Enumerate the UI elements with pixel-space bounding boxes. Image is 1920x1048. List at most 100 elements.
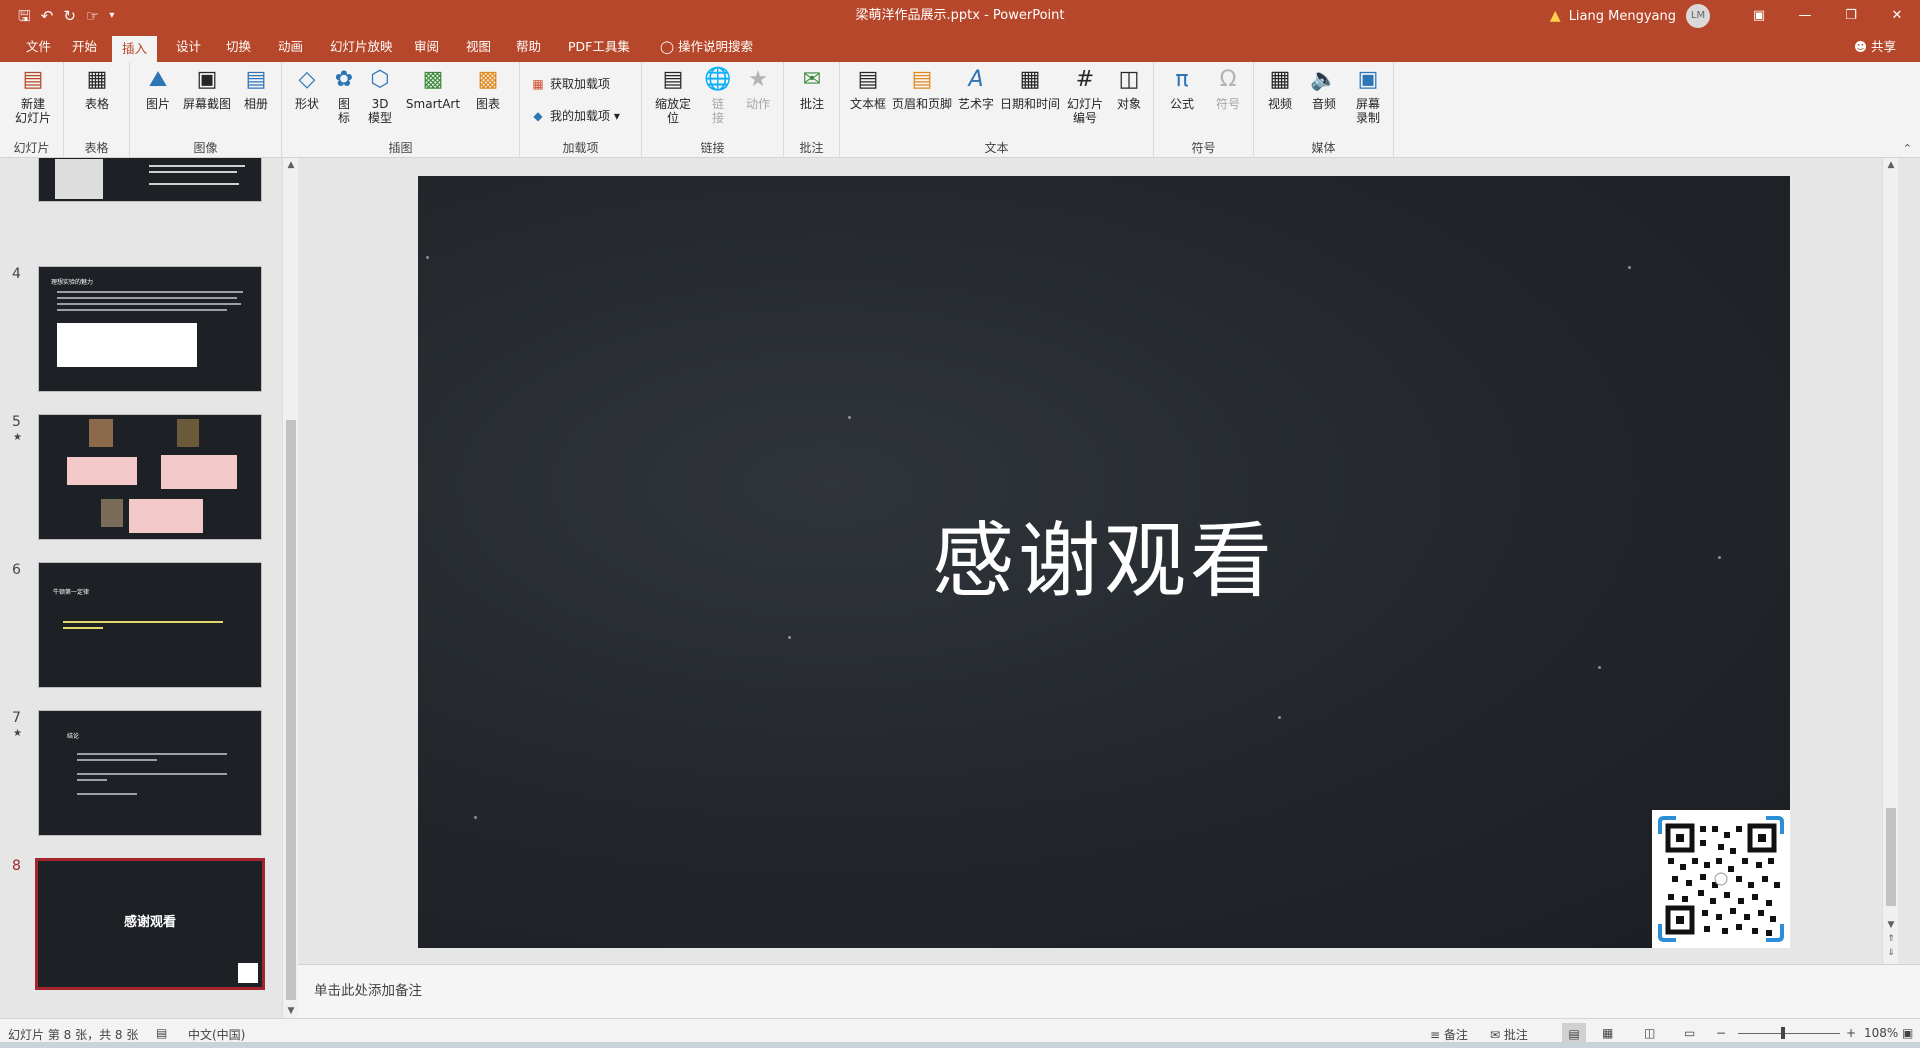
customize-icon[interactable]: ▾ [109, 11, 114, 21]
screen-recording-button[interactable]: ▣ 屏幕 录制 [1346, 66, 1390, 125]
slide-preview [38, 158, 262, 202]
scroll-up-icon[interactable]: ▲ [283, 160, 298, 170]
portrait-image [101, 499, 123, 527]
notes-pane[interactable]: 单击此处添加备注 [298, 964, 1920, 1018]
group-media: ▦ 视频 🔈 音频 ▣ 屏幕 录制 媒体 [1254, 62, 1394, 158]
next-slide-icon[interactable]: ⇓ [1883, 948, 1899, 958]
language-indicator[interactable]: 中文(中国) [188, 1026, 245, 1043]
get-addins-button[interactable]: ▦ 获取加载项 [530, 76, 610, 92]
notes-placeholder[interactable]: 单击此处添加备注 [314, 979, 422, 999]
avatar[interactable]: LM [1686, 4, 1710, 28]
scroll-down-icon[interactable]: ▼ [283, 1006, 298, 1016]
tab-animations[interactable]: 动画 [268, 32, 313, 62]
tab-review[interactable]: 审阅 [404, 32, 449, 62]
redo-icon[interactable]: ↻ [63, 8, 76, 24]
touch-mode-icon[interactable]: ☞ [86, 8, 99, 24]
icons-button[interactable]: ✿ 图 标 [328, 66, 360, 125]
ribbon-display-options-icon[interactable]: ▣ [1736, 0, 1782, 32]
zoom-out-icon[interactable]: − [1716, 1026, 1726, 1040]
notes-toggle-button[interactable]: ≡ 备注 [1430, 1026, 1468, 1043]
action-button[interactable]: ★ 动作 [736, 66, 780, 111]
tell-me-search[interactable]: ◯ 操作说明搜索 [650, 32, 763, 62]
tab-transitions[interactable]: 切换 [216, 32, 261, 62]
slide-title[interactable]: 感谢观看 [418, 494, 1790, 613]
screen-recording-icon: ▣ [1357, 67, 1379, 92]
slide-title: 结论 [67, 733, 80, 740]
object-icon: ◫ [1118, 67, 1140, 92]
warning-icon[interactable]: ▲ [1550, 8, 1561, 24]
scrollbar-thumb[interactable] [1886, 808, 1896, 906]
group-tables: ▦ 表格 表格 [64, 62, 130, 158]
film-icon: ▦ [1269, 67, 1291, 92]
zoom-level[interactable]: 108% [1864, 1026, 1898, 1040]
zoom-slider-thumb[interactable] [1781, 1027, 1785, 1039]
restore-icon[interactable]: ❐ [1828, 0, 1874, 32]
smartart-button[interactable]: ▩ SmartArt [402, 66, 464, 111]
link-button[interactable]: 🌐 链 接 [700, 66, 736, 125]
undo-icon[interactable]: ↶ [41, 8, 54, 24]
symbol-button[interactable]: Ω 符号 [1206, 66, 1250, 111]
tab-help[interactable]: 帮助 [506, 32, 551, 62]
portrait-image [177, 419, 199, 447]
share-button[interactable]: ☻ 共享 [1854, 32, 1896, 62]
animation-star-icon: ★ [13, 728, 22, 739]
shapes-button[interactable]: ◇ 形状 [286, 66, 328, 111]
portrait-image [89, 419, 113, 447]
date-time-button[interactable]: ▦ 日期和时间 [998, 66, 1062, 111]
scroll-down-icon[interactable]: ▼ [1883, 920, 1899, 930]
pictures-button[interactable]: ⛰ 图片 [136, 66, 180, 111]
collapse-ribbon-icon[interactable]: ⌃ [1903, 142, 1912, 155]
audio-button[interactable]: 🔈 音频 [1302, 66, 1346, 111]
comments-toggle-button[interactable]: ✉ 批注 [1490, 1026, 1528, 1043]
group-comments: ✉ 批注 批注 [784, 62, 840, 158]
qr-code-image[interactable] [1652, 810, 1790, 948]
current-slide[interactable]: 感谢观看 [418, 176, 1790, 948]
spellcheck-icon[interactable]: ▤ [156, 1026, 167, 1040]
thumbnail-scrollbar[interactable]: ▲ ▼ [282, 158, 298, 1018]
tab-file[interactable]: 文件 [16, 32, 61, 62]
slide-number-button[interactable]: # 幻灯片 编号 [1062, 66, 1108, 125]
tab-slideshow[interactable]: 幻灯片放映 [320, 32, 403, 62]
video-button[interactable]: ▦ 视频 [1258, 66, 1302, 111]
wordart-button[interactable]: A 艺术字 [954, 66, 998, 111]
tab-pdf-tools[interactable]: PDF工具集 [558, 32, 640, 62]
zoom-slider[interactable] [1738, 1033, 1840, 1034]
scrollbar-thumb[interactable] [286, 420, 296, 1000]
tab-insert[interactable]: 插入 [112, 36, 158, 62]
header-footer-button[interactable]: ▤ 页眉和页脚 [890, 66, 954, 111]
minimize-icon[interactable]: — [1782, 0, 1828, 32]
reading-view-icon[interactable]: ◫ [1644, 1026, 1655, 1040]
pi-icon: π [1175, 67, 1189, 92]
album-button[interactable]: ▤ 相册 [234, 66, 278, 111]
picture-icon: ⛰ [148, 67, 168, 92]
chart-button[interactable]: ▩ 图表 [466, 66, 510, 111]
scroll-up-icon[interactable]: ▲ [1883, 160, 1899, 170]
slide-title: 感谢观看 [123, 915, 176, 930]
equation-button[interactable]: π 公式 [1160, 66, 1204, 111]
tab-design[interactable]: 设计 [166, 32, 211, 62]
zoom-in-icon[interactable]: + [1846, 1026, 1856, 1040]
new-slide-button[interactable]: ▤ 新建 幻灯片 [6, 66, 60, 125]
textbox-button[interactable]: ▤ 文本框 [846, 66, 890, 111]
diagram-image [57, 323, 197, 367]
omega-icon: Ω [1219, 67, 1237, 92]
star-icon: ★ [748, 67, 768, 92]
object-button[interactable]: ◫ 对象 [1108, 66, 1150, 111]
previous-slide-icon[interactable]: ⇑ [1883, 934, 1899, 944]
save-icon[interactable]: 🖫 [18, 8, 31, 24]
ribbon-tabs: 文件 开始 插入 设计 切换 动画 幻灯片放映 审阅 视图 帮助 PDF工具集 … [0, 32, 1920, 62]
close-icon[interactable]: ✕ [1874, 0, 1920, 32]
zoom-button[interactable]: ▤ 缩放定 位 [648, 66, 698, 125]
tab-view[interactable]: 视图 [456, 32, 501, 62]
table-button[interactable]: ▦ 表格 [74, 66, 120, 111]
slideshow-icon[interactable]: ▭ [1684, 1026, 1695, 1040]
slide-sorter-icon[interactable]: ▦ [1602, 1026, 1613, 1040]
comment-button[interactable]: ✉ 批注 [790, 66, 834, 111]
tab-home[interactable]: 开始 [62, 32, 107, 62]
3d-model-button[interactable]: ⬡ 3D 模型 [362, 66, 398, 125]
user-name[interactable]: Liang Mengyang [1569, 9, 1676, 24]
screenshot-button[interactable]: ▣ 屏幕截图 [176, 66, 238, 111]
fit-to-window-icon[interactable]: ▣ [1902, 1026, 1913, 1040]
my-addins-button[interactable]: ◆ 我的加载项 ▾ [530, 108, 619, 124]
editor-scrollbar[interactable]: ▲ ▼ ⇑ ⇓ [1882, 158, 1898, 964]
